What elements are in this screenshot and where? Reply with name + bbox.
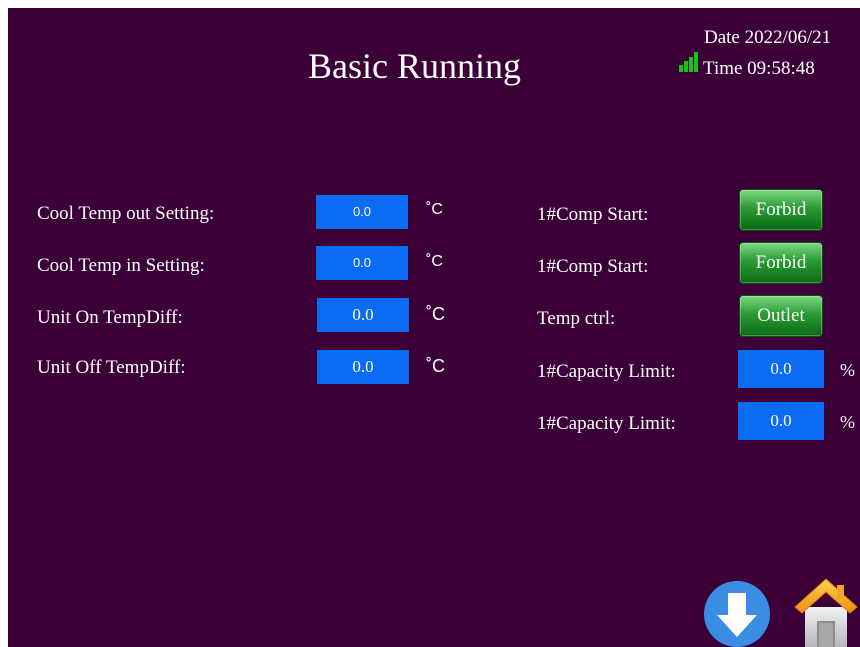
cool-temp-out-label: Cool Temp out Setting: [37,203,215,224]
cool-temp-in-label: Cool Temp in Setting: [37,255,205,276]
cool-temp-out-input[interactable]: 0.0 [316,195,408,229]
date-display: Date 2022/06/21 [704,27,832,48]
unit-on-tempdiff-input[interactable]: 0.0 [317,298,409,332]
capacity-limit-1-input[interactable]: 0.0 [738,350,824,388]
capacity-limit-2-unit: % [840,412,855,432]
cool-temp-in-input[interactable]: 0.0 [316,246,408,280]
capacity-limit-2-input[interactable]: 0.0 [738,402,824,440]
comp-start-1-button[interactable]: Forbid [739,189,823,231]
capacity-limit-1-label: 1#Capacity Limit: [537,361,676,382]
home-icon [794,578,858,647]
hmi-screen: Basic Running Date 2022/06/21 Time 09:58… [8,8,860,647]
temp-ctrl-button[interactable]: Outlet [739,295,823,337]
comp-start-1-label: 1#Comp Start: [537,204,649,225]
unit-off-tempdiff-input[interactable]: 0.0 [317,350,409,384]
temp-ctrl-label: Temp ctrl: [537,308,616,329]
cool-temp-in-unit: ˚C [426,253,443,270]
capacity-limit-1-unit: % [840,360,855,380]
page-title: Basic Running [308,46,521,86]
unit-off-tempdiff-unit: ˚C [426,356,445,376]
page-down-button[interactable] [704,581,770,647]
arrow-down-icon [717,593,757,637]
comp-start-2-button[interactable]: Forbid [739,242,823,284]
cool-temp-out-unit: ˚C [426,201,443,218]
unit-off-tempdiff-label: Unit Off TempDiff: [37,357,186,378]
comp-start-2-label: 1#Comp Start: [537,256,649,277]
unit-on-tempdiff-label: Unit On TempDiff: [37,307,183,328]
signal-bars-icon [679,52,701,72]
unit-on-tempdiff-unit: ˚C [426,304,445,324]
home-button[interactable] [793,577,859,647]
time-display: Time 09:58:48 [703,58,815,79]
capacity-limit-2-label: 1#Capacity Limit: [537,413,676,434]
